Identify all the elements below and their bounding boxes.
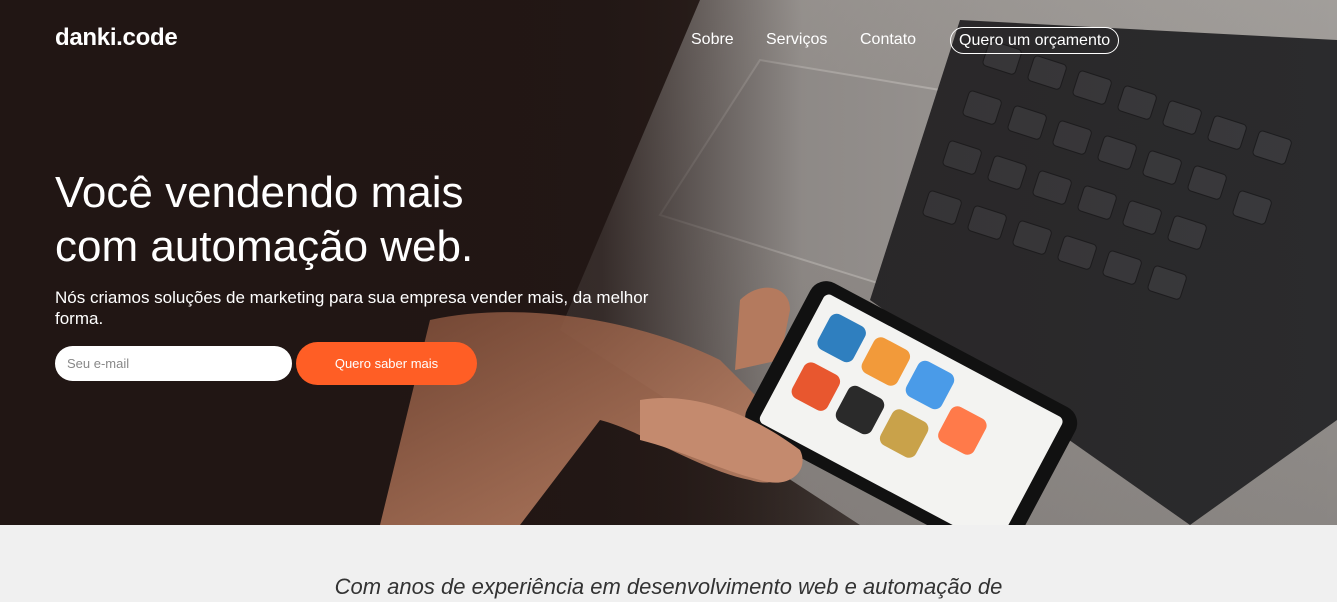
logo[interactable]: danki.code — [55, 24, 178, 52]
about-section: Com anos de experiência em desenvolvimen… — [0, 525, 1337, 602]
email-input[interactable] — [55, 346, 292, 381]
hero-section: danki.code Sobre Serviços Contato Quero … — [0, 0, 1337, 525]
nav-item-sobre[interactable]: Sobre — [691, 31, 734, 49]
section-tagline: Com anos de experiência em desenvolvimen… — [334, 574, 1003, 599]
quote-button[interactable]: Quero um orçamento — [950, 27, 1120, 54]
nav-item-contato[interactable]: Contato — [860, 31, 916, 49]
nav-item-servicos[interactable]: Serviços — [766, 31, 827, 49]
learn-more-button[interactable]: Quero saber mais — [296, 342, 477, 385]
headline-line-1: Você vendendo mais — [55, 168, 464, 217]
headline-line-2: com automação web. — [55, 222, 474, 271]
hero-headline: Você vendendo mais com automação web. — [55, 166, 473, 274]
hero-subline: Nós criamos soluções de marketing para s… — [55, 288, 649, 328]
